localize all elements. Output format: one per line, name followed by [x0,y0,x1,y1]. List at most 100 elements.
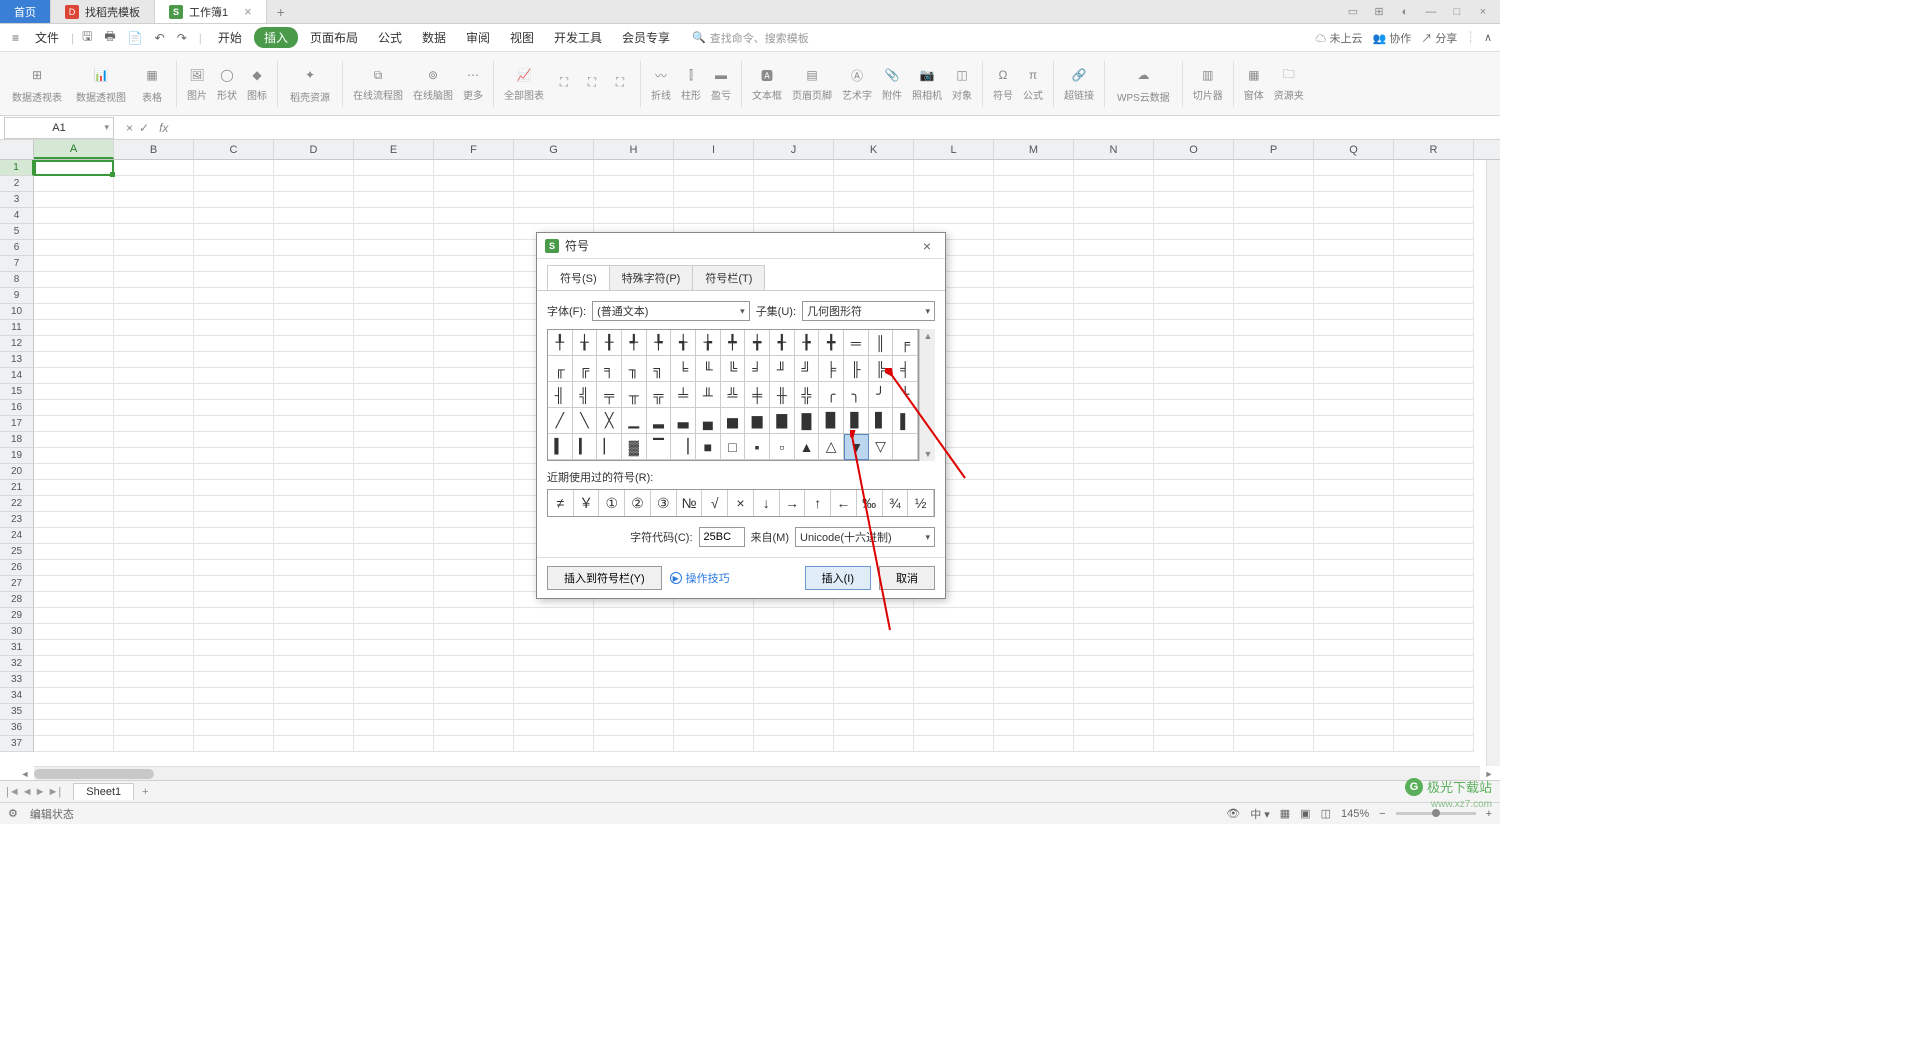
row-header[interactable]: 12 [0,336,34,352]
tool-wps-cloud[interactable]: ☁WPS云数据 [1111,63,1176,104]
tool-headerfooter[interactable]: ▤页眉页脚 [788,65,836,102]
tab-special[interactable]: 特殊字符(P) [609,265,694,290]
tab-add[interactable]: + [267,0,295,23]
row-header[interactable]: 30 [0,624,34,640]
tool-table[interactable]: ▦表格 [134,63,170,104]
recent-symbol[interactable]: ← [831,490,857,516]
symbol-cell[interactable]: ▂ [647,408,672,434]
row-header[interactable]: 16 [0,400,34,416]
symbol-cell[interactable]: ▪ [745,434,770,460]
chart-icon[interactable]: ⛶ [578,73,606,95]
tab-template[interactable]: D 找稻壳模板 [51,0,155,23]
tool-line[interactable]: 〰折线 [647,65,675,102]
minimize-icon[interactable]: — [1420,2,1442,22]
symbol-cell[interactable]: ▍ [548,434,573,460]
row-header[interactable]: 31 [0,640,34,656]
save-icon[interactable]: 🖫 [78,25,96,50]
tool-form[interactable]: ▦窗体 [1240,65,1268,102]
symbol-cell[interactable]: ╢ [548,382,573,408]
share-btn[interactable]: ↗ 分享 [1421,30,1457,46]
symbol-cell[interactable]: ▊ [844,408,869,434]
accept-fx-icon[interactable]: ✓ [139,121,149,135]
tool-wordart[interactable]: Ⓐ艺术字 [838,65,876,102]
print-icon[interactable]: 🖶 [100,25,119,50]
horizontal-scrollbar[interactable]: ◄ ► [34,766,1480,780]
row-header[interactable]: 14 [0,368,34,384]
symbol-cell[interactable]: ╡ [893,356,918,382]
tool-camera[interactable]: 📷照相机 [908,65,946,102]
menu-file[interactable]: 文件 [27,26,67,49]
symbol-cell[interactable]: ╦ [647,382,672,408]
symbol-scrollbar[interactable]: ▲ ▼ [919,329,935,461]
column-header[interactable]: A [34,140,114,159]
column-header[interactable]: I [674,140,754,159]
menu-vip[interactable]: 会员专享 [614,26,678,49]
symbol-cell[interactable]: ▼ [844,434,869,460]
row-header[interactable]: 21 [0,480,34,496]
row-header[interactable]: 24 [0,528,34,544]
symbol-cell[interactable]: ╧ [671,382,696,408]
symbol-cell[interactable]: ▽ [869,434,894,460]
column-header[interactable]: Q [1314,140,1394,159]
tool-equation[interactable]: π公式 [1019,65,1047,102]
tab-home[interactable]: 首页 [0,0,51,23]
scroll-down-icon[interactable]: ▼ [921,447,935,461]
tool-pivot-chart[interactable]: 📊数据透视图 [70,63,132,104]
grid-icon[interactable]: ⊞ [1368,2,1390,22]
row-header[interactable]: 7 [0,256,34,272]
column-header[interactable]: D [274,140,354,159]
symbol-cell[interactable]: ▉ [819,408,844,434]
tool-hyperlink[interactable]: 🔗超链接 [1060,65,1098,102]
symbol-cell[interactable]: ╲ [573,408,598,434]
sheet-last-icon[interactable]: ►| [48,786,62,798]
row-header[interactable]: 17 [0,416,34,432]
layout-icon[interactable]: ▭ [1342,2,1364,22]
chart-icon[interactable]: ⛶ [550,73,578,95]
vertical-scrollbar[interactable] [1486,160,1500,766]
symbol-cell[interactable]: ▏ [597,434,622,460]
recent-symbol[interactable]: ￥ [574,490,600,516]
symbol-cell[interactable]: ╜ [770,356,795,382]
column-header[interactable]: P [1234,140,1314,159]
symbol-cell[interactable]: ╔ [573,356,598,382]
symbol-cell[interactable]: ╕ [597,356,622,382]
symbol-cell[interactable]: ╇ [721,330,746,356]
row-header[interactable]: 35 [0,704,34,720]
symbol-cell[interactable]: ╓ [548,356,573,382]
symbol-cell[interactable]: ▆ [745,408,770,434]
symbol-cell[interactable]: ▋ [869,408,894,434]
row-header[interactable]: 27 [0,576,34,592]
symbol-cell[interactable]: ╮ [844,382,869,408]
scroll-up-icon[interactable]: ▲ [921,329,935,343]
tips-link[interactable]: ▶ 操作技巧 [670,570,730,586]
tool-picture[interactable]: 🖼图片 [183,65,211,102]
zoom-out-icon[interactable]: − [1379,808,1385,820]
user-icon[interactable]: ◐ [1394,2,1416,22]
tool-more[interactable]: ⋯更多 [459,65,487,102]
window-close-icon[interactable]: × [1472,2,1494,22]
row-header[interactable]: 34 [0,688,34,704]
view-page-icon[interactable]: ▣ [1300,807,1310,820]
symbol-cell[interactable]: ╪ [745,382,770,408]
tool-winloss[interactable]: ▬盈亏 [707,65,735,102]
row-header[interactable]: 8 [0,272,34,288]
column-header[interactable]: N [1074,140,1154,159]
recent-symbol[interactable]: ② [625,490,651,516]
symbol-cell[interactable]: ╝ [795,356,820,382]
symbol-cell[interactable]: ■ [696,434,721,460]
symbol-cell[interactable]: ╩ [721,382,746,408]
row-header[interactable]: 9 [0,288,34,304]
column-header[interactable]: J [754,140,834,159]
tool-textbox[interactable]: 🅰文本框 [748,65,786,102]
from-select[interactable]: Unicode(十六进制) [795,527,935,547]
symbol-cell[interactable]: ▎ [573,434,598,460]
symbol-cell[interactable]: ▃ [671,408,696,434]
sheet-first-icon[interactable]: |◄ [6,786,20,798]
row-header[interactable]: 37 [0,736,34,752]
row-header[interactable]: 1 [0,160,34,176]
menu-view[interactable]: 视图 [502,26,542,49]
sheet-prev-icon[interactable]: ◄ [22,786,33,798]
recent-symbol[interactable]: ½ [908,490,934,516]
undo-icon[interactable]: ↶ [151,29,169,47]
symbol-cell[interactable]: ╂ [597,330,622,356]
